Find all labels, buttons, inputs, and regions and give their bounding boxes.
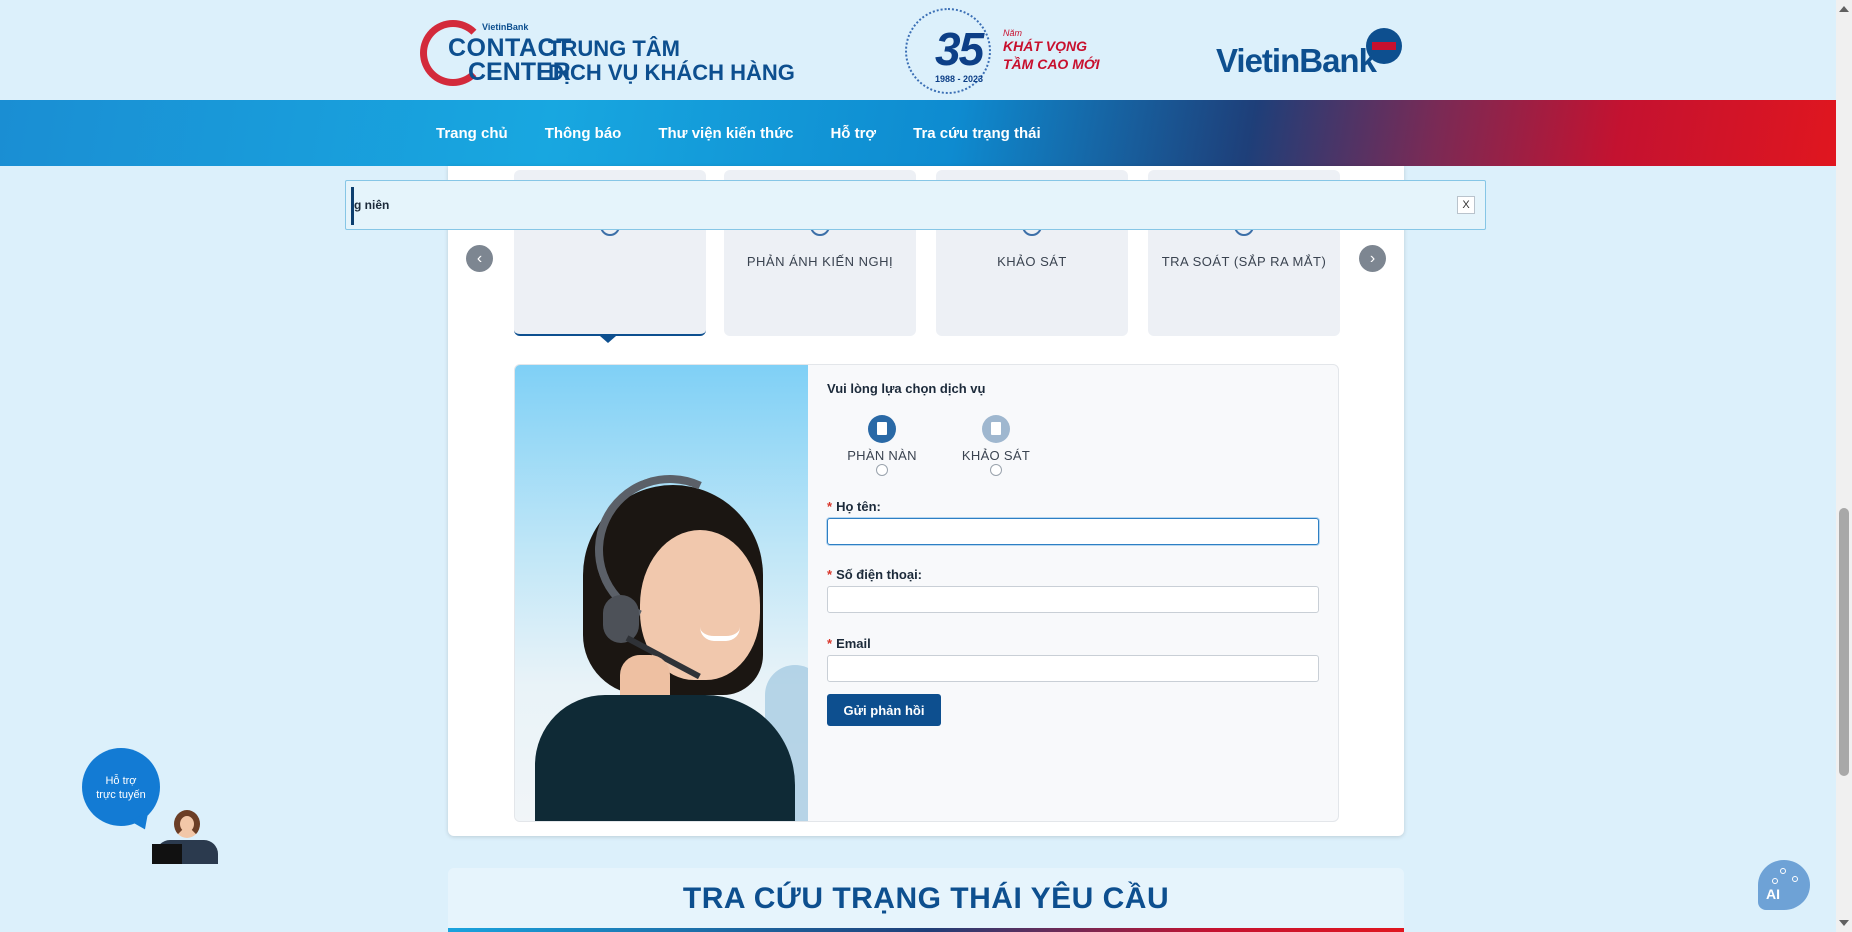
service-option-complaint[interactable]: PHÀN NÀN (842, 415, 922, 476)
survey-clipboard-icon (982, 415, 1010, 443)
name-label: * Họ tên: (827, 499, 881, 514)
complaint-radio[interactable] (876, 464, 888, 476)
required-mark: * (827, 636, 833, 651)
laptop-icon (152, 844, 182, 864)
support-line1: Hỗ trợ (105, 775, 137, 787)
contact-center-title-line2: DỊCH VỤ KHÁCH HÀNG (548, 60, 795, 85)
network-node-icon (1780, 868, 1786, 874)
support-line2: trực tuyến (96, 789, 146, 801)
toast-close-button[interactable]: X (1457, 196, 1475, 214)
phone-label: * Số điện thoại: (827, 567, 922, 582)
email-field[interactable] (827, 655, 1319, 682)
email-label: * Email (827, 636, 871, 651)
name-label-text: Họ tên: (836, 499, 881, 514)
required-mark: * (827, 499, 833, 514)
anniversary-unit: Năm (1003, 28, 1023, 38)
nav-item-knowledge-library[interactable]: Thư viện kiến thức (658, 125, 793, 142)
carousel-prev-button[interactable]: ‹ (466, 245, 493, 272)
site-header: VietinBank CONTACT CENTER TRUNG TÂM DỊCH… (0, 0, 1836, 100)
scrollbar-thumb[interactable] (1839, 508, 1849, 776)
contact-center-title-line1: TRUNG TÂM (548, 36, 680, 61)
vietinbank-wordmark: VietinBank (1216, 42, 1377, 79)
complaint-icon (868, 415, 896, 443)
service-option-survey[interactable]: KHẢO SÁT (956, 415, 1036, 476)
contact-center-logo[interactable]: VietinBank CONTACT CENTER TRUNG TÂM DỊCH… (420, 16, 795, 86)
contact-center-brand: VietinBank (482, 22, 529, 32)
vietinbank-emblem-icon (1366, 28, 1402, 64)
nav-item-home[interactable]: Trang chủ (436, 125, 508, 142)
survey-radio[interactable] (990, 464, 1002, 476)
active-tile-caret-icon (600, 336, 616, 343)
required-mark: * (827, 567, 833, 582)
network-node-icon (1772, 878, 1778, 884)
service-tile-label: PHẢN ÁNH KIẾN NGHỊ (746, 254, 894, 269)
status-lookup-title: TRA CỨU TRẠNG THÁI YÊU CẦU (682, 882, 1170, 915)
anniversary-slogan-line2: TẦM CAO MỚI (1003, 56, 1100, 72)
status-lookup-section: TRA CỨU TRẠNG THÁI YÊU CẦU (448, 868, 1404, 932)
ai-assistant-button[interactable]: AI (1758, 860, 1810, 910)
phone-field[interactable] (827, 586, 1319, 613)
status-lookup-accent-bar (448, 928, 1404, 932)
scroll-up-arrow-icon[interactable] (1839, 6, 1849, 12)
service-option-label: KHẢO SÁT (961, 448, 1031, 463)
anniversary-years: 1988 - 2023 (935, 74, 984, 84)
toast-message: g niên (354, 198, 390, 212)
vietinbank-logo[interactable]: VietinBank (1216, 28, 1406, 79)
carousel-next-button[interactable]: › (1359, 245, 1386, 272)
online-support-widget[interactable]: Hỗ trợ trực tuyến (82, 748, 218, 868)
scroll-down-arrow-icon[interactable] (1839, 920, 1849, 926)
phone-label-text: Số điện thoại: (836, 567, 923, 582)
nav-item-support[interactable]: Hỗ trợ (830, 125, 876, 142)
support-agent-icon (174, 810, 200, 838)
service-option-label: PHÀN NÀN (847, 448, 917, 463)
page-scrollbar[interactable] (1836, 0, 1852, 932)
name-field[interactable] (827, 518, 1319, 545)
nav-item-status-lookup[interactable]: Tra cứu trạng thái (913, 125, 1041, 142)
service-prompt: Vui lòng lựa chọn dịch vụ (827, 381, 986, 396)
anniversary-slogan-line1: KHÁT VỌNG (1003, 38, 1087, 54)
service-tile-label: KHẢO SÁT (997, 254, 1067, 269)
anniversary-logo: 35 Năm KHÁT VỌNG TẦM CAO MỚI 1988 - 2023 (905, 6, 1100, 94)
network-node-icon (1792, 876, 1798, 882)
nav-item-announcements[interactable]: Thông báo (545, 125, 622, 142)
main-nav: Trang chủ Thông báo Thư viện kiến thức H… (0, 100, 1836, 166)
agent-photo (515, 365, 808, 821)
feedback-form: Vui lòng lựa chọn dịch vụ PHÀN NÀN KHẢO … (807, 365, 1338, 821)
ai-label: AI (1766, 886, 1780, 902)
service-tile-label: TRA SOÁT (SẮP RA MẮT) (1161, 254, 1327, 269)
email-label-text: Email (836, 636, 871, 651)
submit-feedback-button[interactable]: Gửi phản hồi (827, 694, 941, 726)
anniversary-number: 35 (935, 23, 984, 75)
notification-toast: g niên X (345, 180, 1486, 230)
feedback-form-panel: Vui lòng lựa chọn dịch vụ PHÀN NÀN KHẢO … (514, 364, 1339, 822)
